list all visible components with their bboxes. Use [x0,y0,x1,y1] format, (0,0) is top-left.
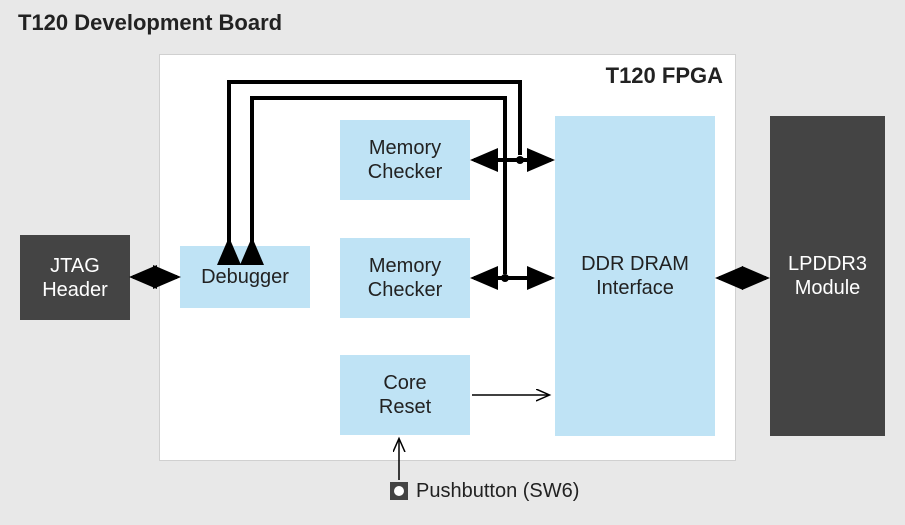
block-lpddr3-module: LPDDR3Module [770,116,885,436]
block-debugger: Debugger [180,246,310,308]
block-ddr-interface-label: DDR DRAMInterface [581,252,689,300]
block-memory-checker-2-label: MemoryChecker [368,254,442,302]
block-core-reset: CoreReset [340,355,470,435]
pushbutton-label: Pushbutton (SW6) [416,480,579,503]
block-memory-checker-1-label: MemoryChecker [368,136,442,184]
block-memory-checker-2: MemoryChecker [340,238,470,318]
block-ddr-interface: DDR DRAMInterface [555,116,715,436]
board-title: T120 Development Board [18,10,282,36]
block-jtag-header-label: JTAGHeader [42,254,108,302]
block-memory-checker-1: MemoryChecker [340,120,470,200]
block-debugger-label: Debugger [201,265,289,289]
block-core-reset-label: CoreReset [379,371,431,419]
block-lpddr3-module-label: LPDDR3Module [788,252,867,300]
fpga-title: T120 FPGA [606,63,723,89]
block-jtag-header: JTAGHeader [20,235,130,320]
diagram-stage: T120 Development Board T120 FPGA JTAGHea… [0,0,905,525]
pushbutton-icon [390,482,408,500]
